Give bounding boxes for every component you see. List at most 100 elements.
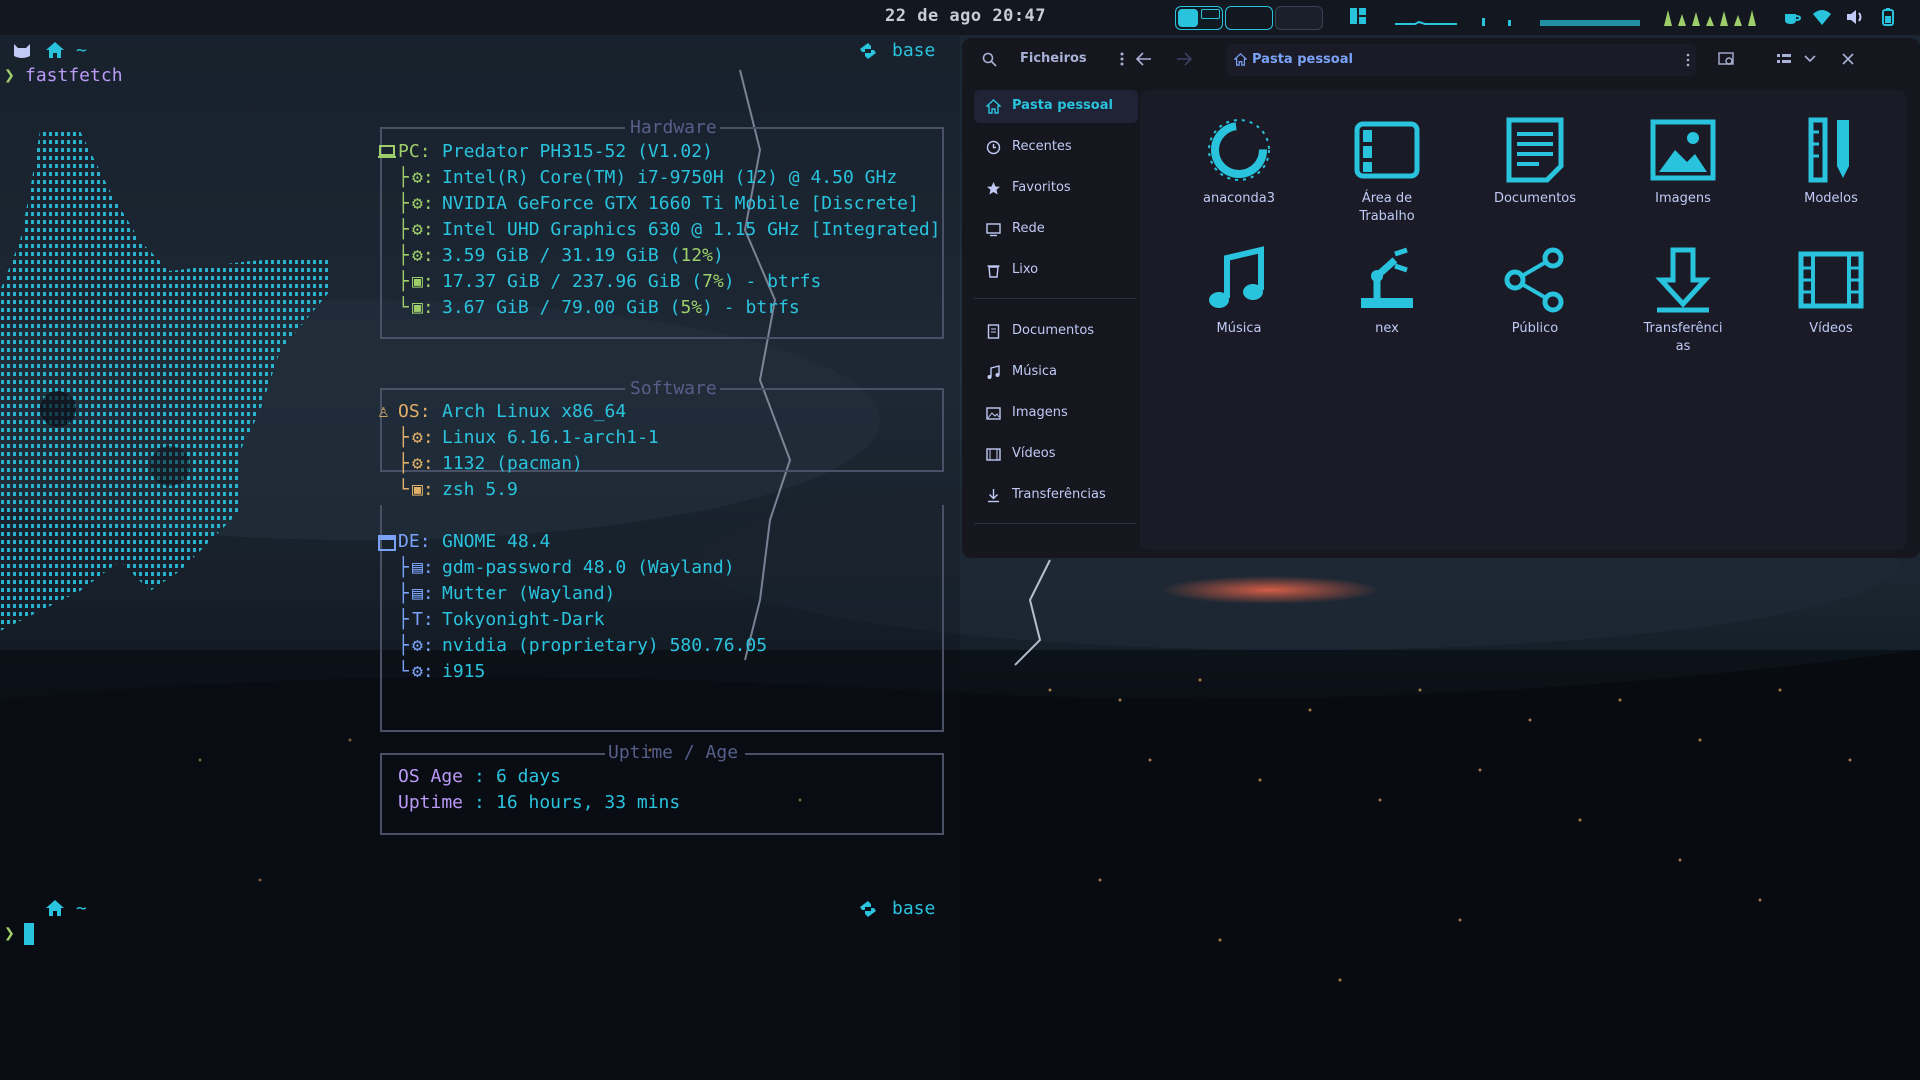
folder-tile[interactable]: Vídeos (1761, 246, 1901, 366)
sidebar-item-home[interactable]: Pasta pessoal (974, 90, 1138, 123)
file-manager-window[interactable]: Ficheiros Pasta pessoal Recentes Favorit… (962, 38, 1920, 558)
os-age-key: OS Age (398, 766, 464, 787)
memory-icon: ⚙: (412, 245, 434, 266)
volume-icon[interactable] (1845, 7, 1865, 27)
home-icon (46, 900, 64, 916)
folder-tile[interactable]: Modelos (1761, 116, 1901, 236)
sidebar-item-label: Imagens (1012, 405, 1068, 420)
downloads-folder-icon (1655, 247, 1711, 313)
prompt-arrow: ❯ (4, 923, 15, 944)
cpu-graph-icon (1395, 20, 1457, 25)
battery-icon[interactable] (1878, 7, 1898, 27)
cpu-chip-icon: ⚙: (412, 167, 434, 188)
workspace-3-indicator[interactable] (1275, 6, 1323, 30)
video-icon (986, 448, 1001, 461)
terminal-cursor (24, 923, 34, 945)
sidebar-item-videos[interactable]: Vídeos (974, 438, 1138, 471)
folder-name: Modelos (1804, 191, 1858, 206)
laptop-icon (378, 145, 396, 158)
folder-tile[interactable]: Documentos (1465, 116, 1605, 236)
sidebar-item-network[interactable]: Rede (974, 213, 1138, 246)
back-arrow-icon[interactable] (1136, 52, 1152, 66)
clock[interactable]: 22 de ago 20:47 (885, 6, 1046, 26)
memory-graph-icon (1482, 18, 1511, 26)
uptime-value: 16 hours, 33 mins (496, 792, 681, 813)
sidebar-item-trash[interactable]: Lixo (974, 254, 1138, 287)
workspace-1-indicator[interactable] (1175, 6, 1223, 30)
cat-icon (14, 44, 30, 58)
folder-tile[interactable]: Música (1169, 246, 1309, 366)
folder-tile[interactable]: anaconda3 (1169, 116, 1309, 236)
path-bar[interactable]: Pasta pessoal (1226, 44, 1696, 76)
workspace-2-indicator[interactable] (1225, 6, 1273, 30)
forward-arrow-icon[interactable] (1176, 52, 1192, 66)
kernel-value: Linux 6.16.1-arch1-1 (442, 427, 659, 448)
sidebar-item-pictures[interactable]: Imagens (974, 397, 1138, 430)
chevron-down-icon[interactable] (1804, 55, 1816, 63)
uptime-key: Uptime (398, 792, 464, 813)
theme-icon: T: (412, 609, 434, 630)
folder-tile[interactable]: Área de Trabalho (1317, 116, 1457, 236)
driver2-value: i915 (442, 661, 486, 682)
de-key: DE: (398, 531, 431, 552)
package-icon: ⚙: (412, 453, 434, 474)
conda-env-label: base (892, 40, 936, 61)
folder-tile[interactable]: Público (1465, 246, 1605, 366)
clock-icon (986, 140, 1001, 155)
folder-name: anaconda3 (1202, 191, 1275, 206)
shell-value: zsh 5.9 (442, 479, 518, 500)
disk-icon: ▣: (412, 297, 434, 318)
trash-icon (987, 265, 1000, 278)
network-graph-icon (1540, 20, 1640, 26)
terminal-window[interactable]: ~ base ❯ fastfetch Hardware Software Upt… (0, 35, 960, 1080)
file-manager-main: Pasta pessoal anaconda3 Área de Trabalho… (1136, 38, 1920, 558)
wifi-icon[interactable] (1812, 7, 1832, 27)
folder-tile[interactable]: Imagens (1613, 116, 1753, 236)
software-section-title: Software (630, 378, 717, 399)
path-label: Pasta pessoal (1252, 52, 1353, 67)
home-icon (986, 99, 1001, 114)
sidebar-item-documents[interactable]: Documentos (974, 315, 1138, 348)
home-icon (46, 42, 64, 58)
os-age-value: 6 days (496, 766, 562, 787)
gpu2-value: Intel UHD Graphics 630 @ 1.15 GHz [Integ… (442, 219, 941, 240)
python-icon (860, 901, 876, 917)
hardware-key: PC: (398, 141, 431, 162)
folder-name: Vídeos (1809, 321, 1853, 336)
prompt-dir: ~ (76, 898, 87, 919)
close-icon[interactable] (1842, 53, 1854, 65)
view-list-icon[interactable] (1776, 52, 1792, 66)
coffee-icon[interactable] (1782, 7, 1802, 27)
sidebar-item-recent[interactable]: Recentes (974, 131, 1138, 164)
sidebar-item-downloads[interactable]: Transferências (974, 479, 1138, 512)
sidebar-item-starred[interactable]: Favoritos (974, 172, 1138, 205)
folder-tile[interactable]: Transferênci as (1613, 246, 1753, 366)
search-icon[interactable] (982, 52, 997, 67)
hardware-section-title: Hardware (630, 117, 717, 138)
templates-folder-icon (1808, 117, 1849, 183)
desktop-folder-icon (1354, 121, 1420, 179)
prompt-arrow: ❯ (4, 65, 15, 86)
image-icon (986, 407, 1001, 420)
kernel-icon: ⚙: (412, 427, 434, 448)
layout-icon[interactable] (1350, 8, 1366, 24)
folder-name: nex (1375, 321, 1399, 336)
path-menu-icon[interactable] (1686, 53, 1690, 67)
sidebar-item-label: Lixo (1012, 262, 1039, 277)
os-key: OS: (398, 401, 431, 422)
folder-tile[interactable]: nex (1317, 246, 1457, 366)
driver1-value: nvidia (proprietary) 580.76.05 (442, 635, 768, 656)
share-folder-icon (1504, 247, 1564, 313)
file-manager-sidebar: Ficheiros Pasta pessoal Recentes Favorit… (962, 38, 1140, 558)
disk-graph-icon (1664, 10, 1756, 26)
app-menu-icon[interactable] (1119, 51, 1125, 67)
theme-value: Tokyonight-Dark (442, 609, 605, 630)
host-value: Predator PH315-52 (V1.02) (442, 141, 713, 162)
search-folder-icon[interactable] (1718, 51, 1736, 67)
sidebar-item-music[interactable]: Música (974, 356, 1138, 389)
folder-grid: anaconda3 Área de Trabalho Documentos Im… (1140, 90, 1906, 550)
folder-name: Documentos (1493, 191, 1577, 206)
music-folder-icon (1209, 246, 1264, 308)
sidebar-header: Ficheiros (962, 38, 1140, 82)
prompt-dir: ~ (76, 40, 87, 61)
